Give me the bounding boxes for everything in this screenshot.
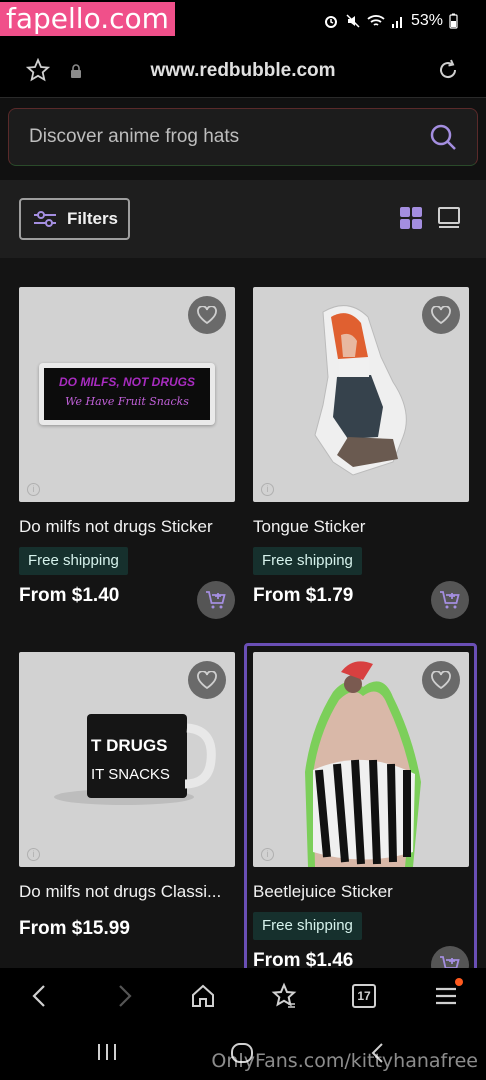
product-title[interactable]: Tongue Sticker [253, 517, 469, 537]
grid-view-icon[interactable] [399, 206, 423, 230]
free-shipping-badge: Free shipping [253, 547, 362, 575]
product-image[interactable]: i [253, 652, 469, 867]
cart-plus-icon [206, 591, 226, 609]
filters-label: Filters [67, 209, 119, 228]
notification-dot [455, 978, 463, 986]
list-view-icon[interactable] [437, 206, 461, 230]
product-title[interactable]: Beetlejuice Sticker [253, 882, 469, 902]
product-price: From $1.40 [19, 585, 120, 606]
sliders-icon [34, 211, 56, 227]
tabs-count: 17 [357, 989, 371, 1003]
search-area: Discover anime frog hats [0, 98, 486, 180]
cart-plus-icon [440, 591, 460, 609]
battery-percent: 53% [410, 12, 443, 29]
filters-button[interactable]: Filters [19, 198, 130, 240]
alarm-icon [324, 16, 337, 28]
forward-icon[interactable] [112, 982, 136, 1010]
back-icon[interactable] [28, 982, 52, 1010]
url-bar[interactable]: www.redbubble.com [0, 44, 486, 98]
sticker-line-2: We Have Fruit Snacks [65, 395, 189, 408]
search-placeholder: Discover anime frog hats [29, 126, 240, 147]
product-price: From $1.46 [253, 950, 354, 968]
search-icon[interactable] [429, 123, 457, 151]
tabs-button[interactable]: 17 [352, 984, 376, 1008]
favorite-button[interactable] [422, 296, 460, 334]
info-icon[interactable]: i [27, 483, 40, 496]
heart-icon [431, 306, 451, 324]
info-icon[interactable]: i [27, 848, 40, 861]
product-price: From $15.99 [19, 918, 130, 939]
heart-icon [431, 671, 451, 689]
product-title[interactable]: Do milfs not drugs Classi... [19, 882, 235, 902]
product-image[interactable]: DO MILFS, NOT DRUGS We Have Fruit Snacks… [19, 287, 235, 502]
battery-icon [449, 13, 458, 29]
bookmarks-icon[interactable] [270, 982, 298, 1010]
favorite-button[interactable] [188, 661, 226, 699]
signal-icon [391, 17, 402, 28]
info-icon[interactable]: i [261, 848, 274, 861]
watermark-top: fapello.com [0, 2, 175, 36]
filter-bar: Filters [0, 180, 486, 258]
home-icon[interactable] [190, 982, 216, 1010]
mug-line-2: IT SNACKS [91, 766, 170, 783]
status-bar: fapello.com 53% [0, 0, 486, 44]
menu-icon[interactable] [434, 982, 458, 1010]
info-icon[interactable]: i [261, 483, 274, 496]
add-to-cart-button[interactable] [431, 581, 469, 619]
mute-icon [346, 14, 360, 28]
status-icons: 53% [323, 12, 458, 30]
free-shipping-badge: Free shipping [19, 547, 128, 575]
recent-apps-icon[interactable] [96, 1042, 118, 1062]
product-price: From $1.79 [253, 585, 354, 606]
reload-icon[interactable] [436, 58, 460, 82]
heart-icon [197, 306, 217, 324]
wifi-icon [367, 15, 385, 26]
browser-nav-bar: 17 [0, 968, 486, 1024]
add-to-cart-button[interactable] [197, 581, 235, 619]
heart-icon [197, 671, 217, 689]
url-text[interactable]: www.redbubble.com [0, 60, 486, 82]
product-image[interactable]: T DRUGS IT SNACKS i [19, 652, 235, 867]
search-input[interactable]: Discover anime frog hats [8, 108, 478, 166]
product-grid: DO MILFS, NOT DRUGS We Have Fruit Snacks… [0, 258, 486, 968]
web-page: Discover anime frog hats Filters DO MILF… [0, 98, 486, 968]
favorite-button[interactable] [422, 661, 460, 699]
cart-plus-icon [440, 956, 460, 968]
product-image[interactable]: i [253, 287, 469, 502]
favorite-button[interactable] [188, 296, 226, 334]
product-title[interactable]: Do milfs not drugs Sticker [19, 517, 235, 537]
mug-line-1: T DRUGS [91, 736, 168, 755]
sticker-line-1: DO MILFS, NOT DRUGS [59, 375, 195, 389]
watermark-bottom: OnlyFans.com/kittyhanafree [211, 1050, 478, 1072]
sticker-art: DO MILFS, NOT DRUGS We Have Fruit Snacks [39, 363, 215, 425]
free-shipping-badge: Free shipping [253, 912, 362, 940]
